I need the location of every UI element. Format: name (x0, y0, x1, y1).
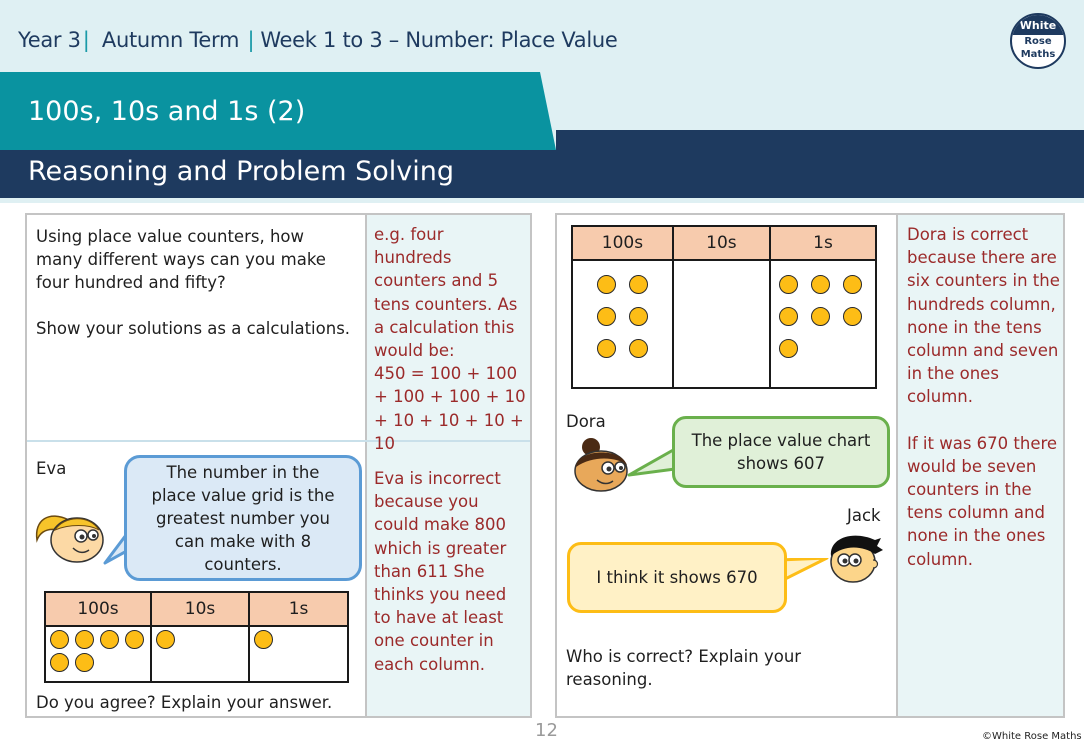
cell-tens (671, 259, 771, 389)
place-value-counter (156, 630, 175, 649)
header-ones: 1s (768, 225, 878, 261)
breadcrumb: Year 3| Autumn Term | Week 1 to 3 – Numbe… (18, 28, 618, 52)
logo-line-2: Rose (1024, 36, 1052, 47)
jack-character-icon (830, 535, 883, 583)
dora-character-icon (574, 438, 628, 492)
cell-tens (149, 625, 251, 683)
page-number: 12 (535, 720, 558, 741)
speech-tail (627, 447, 677, 477)
place-value-counter (50, 630, 69, 649)
place-value-counter (75, 630, 94, 649)
question2-prompt: Do you agree? Explain your answer. (36, 693, 333, 712)
dora-jack-place-value-table: 100s 10s 1s (571, 225, 878, 389)
answer-text: Dora is correct because there are six co… (907, 223, 1062, 594)
place-value-counter (50, 653, 69, 672)
place-value-counter (778, 307, 798, 326)
eva-place-value-table: 100s 10s 1s (44, 591, 349, 683)
header-tens: 10s (149, 591, 251, 627)
question2-answer: Eva is incorrect because you could make … (374, 469, 507, 674)
eva-speech-text: The number in the place value grid is th… (151, 462, 335, 574)
cell-ones (768, 259, 878, 389)
header-tens: 10s (671, 225, 771, 261)
header-hundreds: 100s (571, 225, 674, 261)
question1-instruction: Show your solutions as a calculations. (36, 319, 351, 338)
place-value-counter (629, 307, 648, 326)
cell-hundreds (571, 259, 674, 389)
place-value-counter (778, 339, 798, 358)
place-value-counter (842, 307, 862, 326)
header-hundreds: 100s (44, 591, 152, 627)
place-value-counter (254, 630, 274, 649)
dora-speech-text: The place value chart shows 607 (691, 431, 871, 473)
place-value-counter (778, 275, 798, 294)
breadcrumb-year: Year 3 (18, 28, 81, 52)
dora-speech-bubble: The place value chart shows 607 (672, 416, 890, 488)
jack-speech-bubble: I think it shows 670 (567, 542, 787, 613)
logo-line-3: Maths (1020, 49, 1056, 60)
place-value-counter (75, 653, 94, 672)
question1-answer: e.g. four hundreds counters and 5 tens c… (374, 223, 526, 455)
lesson-title: 100s, 10s and 1s (2) (28, 96, 306, 127)
question-prompt: Who is correct? Explain your reasoning. (566, 647, 802, 689)
cell-hundreds (44, 625, 152, 683)
place-value-counter (100, 630, 119, 649)
eva-character-icon (35, 515, 104, 563)
answer-paragraph-2: If it was 670 there would be seven count… (907, 433, 1058, 569)
place-value-counter (597, 339, 616, 358)
character-name-dora: Dora (566, 412, 606, 431)
place-value-counter (629, 275, 648, 294)
right-question-panel: 100s 10s 1s Dora The place value chart s… (555, 213, 1065, 718)
place-value-counter (597, 307, 616, 326)
left-question-panel: Using place value counters, how many dif… (25, 213, 532, 718)
place-value-counter (125, 630, 144, 649)
white-rose-maths-logo: White Rose Maths (1010, 13, 1066, 69)
place-value-counter (810, 307, 830, 326)
character-name-eva: Eva (36, 459, 67, 478)
section-title: Reasoning and Problem Solving (28, 156, 454, 187)
place-value-counter (597, 275, 616, 294)
cell-ones (248, 625, 349, 683)
breadcrumb-separator: | (247, 28, 255, 52)
character-name-jack: Jack (847, 506, 881, 525)
place-value-counter (629, 339, 648, 358)
answer-text: e.g. four hundreds counters and 5 tens c… (374, 225, 518, 361)
copyright: ©White Rose Maths (982, 731, 1082, 742)
eva-speech-bubble: The number in the place value grid is th… (124, 455, 362, 581)
question1-text: Using place value counters, how many dif… (36, 227, 326, 292)
jack-speech-text: I think it shows 670 (596, 568, 758, 587)
breadcrumb-separator: | (82, 28, 90, 52)
answer-calculation: 450 = 100 + 100 + 100 + 100 + 10 + 10 + … (374, 364, 526, 453)
place-value-counter (810, 275, 830, 294)
place-value-counter (842, 275, 862, 294)
answer-paragraph-1: Dora is correct because there are six co… (907, 225, 1060, 407)
breadcrumb-unit: Week 1 to 3 – Number: Place Value (260, 28, 618, 52)
breadcrumb-term: Autumn Term (101, 28, 240, 52)
header-ones: 1s (248, 591, 349, 627)
